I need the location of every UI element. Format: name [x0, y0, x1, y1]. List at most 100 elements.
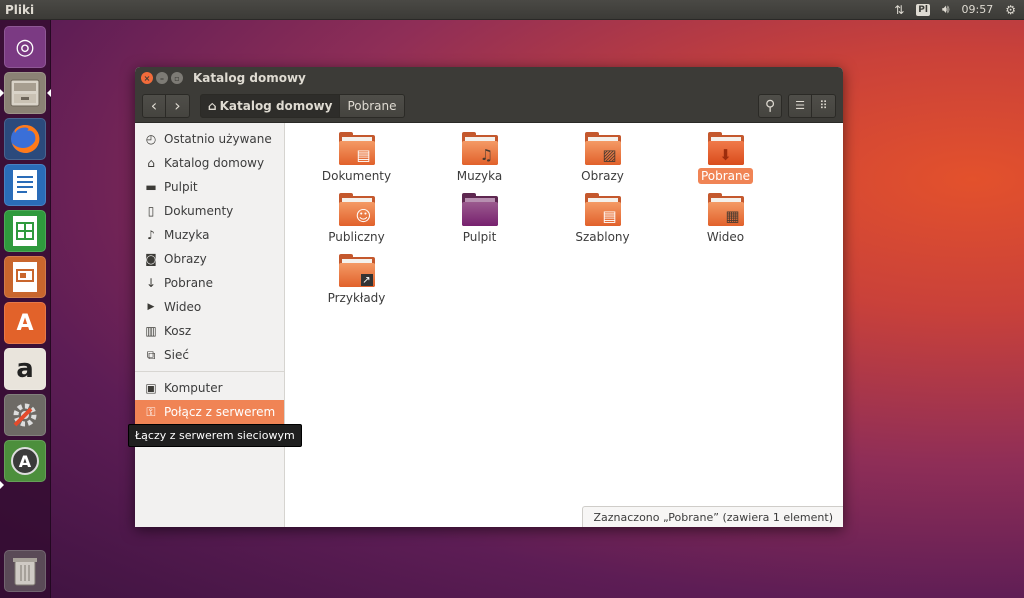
top-panel: Pliki ⇅ Pl 🔊︎ 09:57 ⚙	[0, 0, 1024, 20]
sidebar-item-trash[interactable]: ▥ Kosz	[135, 319, 284, 343]
software-updater-icon[interactable]: A	[4, 440, 46, 482]
file-manager-window: × – ▫ Katalog domowy ‹ › ⌂ Katalog domow…	[135, 67, 843, 527]
template-emblem-icon: ▤	[602, 207, 617, 225]
folder-videos[interactable]: ▦ Wideo	[664, 192, 787, 253]
app-title: Pliki	[5, 2, 35, 17]
public-emblem-icon: ☺	[355, 207, 372, 225]
folder-documents[interactable]: ▤ Dokumenty	[295, 131, 418, 192]
back-button[interactable]: ‹	[142, 93, 166, 118]
sidebar-item-label: Muzyka	[164, 228, 210, 242]
folder-examples[interactable]: ↗ Przykłady	[295, 253, 418, 314]
file-grid: ▤ Dokumenty ♫ Muzyka ▨ Obrazy ⬇ Pobrane …	[295, 131, 787, 314]
chevron-right-icon: ›	[174, 96, 181, 115]
camera-icon: ◙	[145, 252, 157, 266]
search-icon: ⚲	[764, 97, 776, 114]
folder-pictures[interactable]: ▨ Obrazy	[541, 131, 664, 192]
software-glyph: A	[16, 310, 34, 336]
folder-label: Publiczny	[328, 230, 385, 244]
sidebar-item-label: Wideo	[164, 300, 202, 314]
volume-icon[interactable]: 🔊︎	[942, 2, 950, 17]
keyboard-layout-indicator[interactable]: Pl	[916, 3, 930, 16]
tooltip-text: Łączy z serwerem sieciowym	[135, 429, 295, 442]
network-arrows-icon[interactable]: ⇅	[894, 3, 904, 17]
document-emblem-icon: ▤	[356, 146, 371, 164]
sidebar-item-label: Pobrane	[164, 276, 214, 290]
clock[interactable]: 09:57	[962, 3, 994, 16]
list-icon: ☰	[795, 99, 805, 112]
libreoffice-writer-icon[interactable]	[4, 164, 46, 206]
sidebar-item-pictures[interactable]: ◙ Obrazy	[135, 247, 284, 271]
download-icon: ↓	[145, 276, 157, 290]
ubuntu-logo-icon[interactable]: ◎	[4, 26, 46, 68]
document-icon: ▯	[147, 204, 155, 218]
trash-icon[interactable]	[4, 550, 46, 592]
settings-gear-icon[interactable]: ⚙	[1005, 3, 1016, 17]
status-bar: Zaznaczono „Pobrane” (zawiera 1 element)	[582, 506, 843, 527]
folder-music[interactable]: ♫ Muzyka	[418, 131, 541, 192]
minimize-window-button[interactable]: –	[156, 72, 168, 84]
sidebar-item-label: Ostatnio używane	[164, 132, 272, 146]
system-tray: ⇅ Pl 🔊︎ 09:57 ⚙	[894, 2, 1016, 17]
path-downloads-button[interactable]: Pobrane	[340, 93, 405, 118]
sidebar-item-label: Pulpit	[164, 180, 198, 194]
libreoffice-calc-icon[interactable]	[4, 210, 46, 252]
desktop-emblem-icon	[478, 207, 496, 225]
sidebar-item-computer[interactable]: ▣ Komputer	[135, 376, 284, 400]
folder-downloads[interactable]: ⬇ Pobrane	[664, 131, 787, 192]
chevron-left-icon: ‹	[150, 96, 158, 115]
sidebar-item-home[interactable]: ⌂ Katalog domowy	[135, 151, 284, 175]
forward-button[interactable]: ›	[166, 93, 190, 118]
sidebar-item-recent[interactable]: ◴ Ostatnio używane	[135, 127, 284, 151]
files-drawer-icon[interactable]	[4, 72, 46, 114]
status-text: Zaznaczono „Pobrane” (zawiera 1 element)	[593, 510, 833, 524]
home-icon: ⌂	[147, 156, 155, 170]
video-emblem-icon: ▦	[725, 207, 740, 225]
sidebar-item-label: Dokumenty	[164, 204, 234, 218]
grid-icon: ⠿	[819, 99, 828, 112]
home-icon: ⌂	[208, 98, 217, 113]
sidebar-item-connect-server[interactable]: ⚿ Połącz z serwerem	[135, 400, 284, 424]
libreoffice-impress-icon[interactable]	[4, 256, 46, 298]
picture-emblem-icon: ▨	[602, 146, 617, 164]
sidebar-item-music[interactable]: ♪ Muzyka	[135, 223, 284, 247]
network-icon: ⧉	[146, 347, 156, 362]
dash-glyph: ◎	[15, 34, 35, 60]
desktop-icon: ▬	[145, 180, 157, 194]
folder-label: Dokumenty	[321, 169, 392, 183]
sidebar-item-network[interactable]: ⧉ Sieć	[135, 343, 284, 367]
close-window-button[interactable]: ×	[141, 72, 153, 84]
system-settings-icon[interactable]	[4, 394, 46, 436]
sidebar-divider	[135, 371, 284, 372]
folder-public[interactable]: ☺ Publiczny	[295, 192, 418, 253]
navigation-buttons: ‹ ›	[142, 93, 190, 118]
video-icon: ▶	[147, 302, 155, 312]
folder-label: Muzyka	[456, 169, 503, 183]
firefox-icon[interactable]	[4, 118, 46, 160]
path-home-button[interactable]: ⌂ Katalog domowy	[200, 93, 341, 118]
list-view-button[interactable]: ☰	[788, 93, 812, 118]
maximize-window-button[interactable]: ▫	[171, 72, 183, 84]
folder-desktop[interactable]: Pulpit	[418, 192, 541, 253]
file-view[interactable]: ▤ Dokumenty ♫ Muzyka ▨ Obrazy ⬇ Pobrane …	[285, 123, 843, 527]
path-bar: ⌂ Katalog domowy Pobrane	[200, 93, 405, 118]
sidebar-item-label: Obrazy	[164, 252, 207, 266]
link-emblem-icon: ↗	[360, 274, 373, 286]
sidebar-item-videos[interactable]: ▶ Wideo	[135, 295, 284, 319]
focused-indicator	[47, 89, 51, 97]
server-icon: ⚿	[146, 404, 156, 419]
software-center-icon[interactable]: A	[4, 302, 46, 344]
window-title: Katalog domowy	[193, 71, 306, 85]
grid-view-button[interactable]: ⠿	[812, 93, 836, 118]
search-button[interactable]: ⚲	[758, 93, 782, 118]
sidebar-item-documents[interactable]: ▯ Dokumenty	[135, 199, 284, 223]
view-mode-buttons: ☰ ⠿	[788, 93, 836, 118]
folder-templates[interactable]: ▤ Szablony	[541, 192, 664, 253]
folder-label: Przykłady	[327, 291, 386, 305]
amazon-icon[interactable]: a	[4, 348, 46, 390]
window-titlebar[interactable]: × – ▫ Katalog domowy	[135, 67, 843, 89]
sidebar-item-desktop[interactable]: ▬ Pulpit	[135, 175, 284, 199]
sidebar: ◴ Ostatnio używane ⌂ Katalog domowy ▬ Pulpi…	[135, 123, 285, 527]
clock-icon: ◴	[145, 132, 157, 146]
sidebar-item-downloads[interactable]: ↓ Pobrane	[135, 271, 284, 295]
running-indicator-updater	[0, 481, 4, 489]
